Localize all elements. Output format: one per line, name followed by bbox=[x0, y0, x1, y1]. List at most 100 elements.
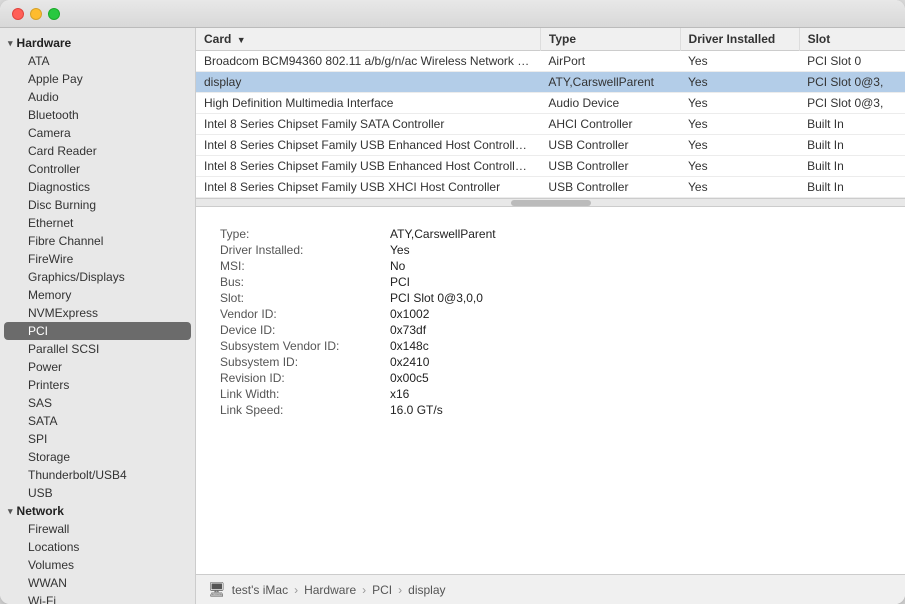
sidebar-item-firewire[interactable]: FireWire bbox=[4, 250, 191, 268]
sidebar-item-printers[interactable]: Printers bbox=[4, 376, 191, 394]
sidebar-item-parallel-scsi[interactable]: Parallel SCSI bbox=[4, 340, 191, 358]
detail-value: 0x148c bbox=[390, 339, 889, 353]
col-slot[interactable]: Slot bbox=[799, 28, 905, 51]
sidebar-item-power[interactable]: Power bbox=[4, 358, 191, 376]
sidebar-item-spi[interactable]: SPI bbox=[4, 430, 191, 448]
sidebar-item-card-reader[interactable]: Card Reader bbox=[4, 142, 191, 160]
detail-value: PCI bbox=[390, 275, 889, 289]
chevron-icon: ▾ bbox=[8, 506, 13, 517]
detail-label: Link Speed: bbox=[220, 403, 390, 417]
sidebar-item-camera[interactable]: Camera bbox=[4, 124, 191, 142]
sidebar-item-wi-fi[interactable]: Wi-Fi bbox=[4, 592, 191, 604]
scrollbar-thumb[interactable] bbox=[511, 200, 591, 206]
sidebar-section-hardware[interactable]: ▾Hardware bbox=[0, 34, 195, 52]
col-driver[interactable]: Driver Installed bbox=[680, 28, 799, 51]
minimize-button[interactable] bbox=[30, 8, 42, 20]
breadcrumb-pci: PCI bbox=[372, 583, 392, 597]
main-window: ▾HardwareATAApple PayAudioBluetoothCamer… bbox=[0, 0, 905, 604]
sidebar-item-locations[interactable]: Locations bbox=[4, 538, 191, 556]
cell-slot: PCI Slot 0@3, bbox=[799, 72, 905, 93]
cell-type: AHCI Controller bbox=[540, 114, 680, 135]
horizontal-scrollbar[interactable] bbox=[196, 198, 905, 206]
table-row[interactable]: displayATY,CarswellParentYesPCI Slot 0@3… bbox=[196, 72, 905, 93]
traffic-lights bbox=[12, 8, 60, 20]
sidebar-item-ata[interactable]: ATA bbox=[4, 52, 191, 70]
pci-table-section: Card ▼ Type Driver Installed Slot Broadc… bbox=[196, 28, 905, 207]
table-row[interactable]: Intel 8 Series Chipset Family SATA Contr… bbox=[196, 114, 905, 135]
cell-slot: Built In bbox=[799, 177, 905, 198]
sidebar-item-storage[interactable]: Storage bbox=[4, 448, 191, 466]
sidebar-item-diagnostics[interactable]: Diagnostics bbox=[4, 178, 191, 196]
sidebar-item-sas[interactable]: SAS bbox=[4, 394, 191, 412]
table-row[interactable]: Intel 8 Series Chipset Family USB Enhanc… bbox=[196, 156, 905, 177]
sidebar-item-fibre-channel[interactable]: Fibre Channel bbox=[4, 232, 191, 250]
sidebar-item-controller[interactable]: Controller bbox=[4, 160, 191, 178]
cell-type: Audio Device bbox=[540, 93, 680, 114]
detail-label: Revision ID: bbox=[220, 371, 390, 385]
detail-label: Slot: bbox=[220, 291, 390, 305]
cell-type: ATY,CarswellParent bbox=[540, 72, 680, 93]
detail-label: Driver Installed: bbox=[220, 243, 390, 257]
sidebar-item-apple-pay[interactable]: Apple Pay bbox=[4, 70, 191, 88]
table-body: Broadcom BCM94360 802.11 a/b/g/n/ac Wire… bbox=[196, 51, 905, 198]
sidebar-section-network[interactable]: ▾ Network bbox=[0, 502, 195, 520]
sidebar-item-sata[interactable]: SATA bbox=[4, 412, 191, 430]
sidebar-item-memory[interactable]: Memory bbox=[4, 286, 191, 304]
breadcrumb-root: test's iMac bbox=[232, 583, 288, 597]
cell-slot: Built In bbox=[799, 114, 905, 135]
detail-label: MSI: bbox=[220, 259, 390, 273]
cell-driver: Yes bbox=[680, 135, 799, 156]
cell-type: AirPort bbox=[540, 51, 680, 72]
cell-driver: Yes bbox=[680, 177, 799, 198]
detail-label: Device ID: bbox=[220, 323, 390, 337]
table-row[interactable]: Intel 8 Series Chipset Family USB XHCI H… bbox=[196, 177, 905, 198]
table-wrapper[interactable]: Card ▼ Type Driver Installed Slot Broadc… bbox=[196, 28, 905, 198]
title-bar bbox=[0, 0, 905, 28]
breadcrumb-sep-2: › bbox=[362, 583, 366, 597]
sidebar-item-pci[interactable]: PCI bbox=[4, 322, 191, 340]
detail-label: Type: bbox=[220, 227, 390, 241]
cell-card: Broadcom BCM94360 802.11 a/b/g/n/ac Wire… bbox=[196, 51, 540, 72]
sidebar-item-usb[interactable]: USB bbox=[4, 484, 191, 502]
sidebar-item-thunderbolt-usb4[interactable]: Thunderbolt/USB4 bbox=[4, 466, 191, 484]
pci-table: Card ▼ Type Driver Installed Slot Broadc… bbox=[196, 28, 905, 198]
cell-driver: Yes bbox=[680, 93, 799, 114]
detail-value: 0x00c5 bbox=[390, 371, 889, 385]
detail-value: PCI Slot 0@3,0,0 bbox=[390, 291, 889, 305]
cell-driver: Yes bbox=[680, 156, 799, 177]
col-card[interactable]: Card ▼ bbox=[196, 28, 540, 51]
cell-driver: Yes bbox=[680, 114, 799, 135]
cell-type: USB Controller bbox=[540, 177, 680, 198]
maximize-button[interactable] bbox=[48, 8, 60, 20]
col-type[interactable]: Type bbox=[540, 28, 680, 51]
cell-slot: PCI Slot 0 bbox=[799, 51, 905, 72]
cell-card: Intel 8 Series Chipset Family USB Enhanc… bbox=[196, 156, 540, 177]
detail-label: Subsystem Vendor ID: bbox=[220, 339, 390, 353]
table-row[interactable]: Intel 8 Series Chipset Family USB Enhanc… bbox=[196, 135, 905, 156]
detail-value: x16 bbox=[390, 387, 889, 401]
detail-value: 16.0 GT/s bbox=[390, 403, 889, 417]
cell-card: display bbox=[196, 72, 540, 93]
sidebar-item-bluetooth[interactable]: Bluetooth bbox=[4, 106, 191, 124]
sidebar-item-graphics-displays[interactable]: Graphics/Displays bbox=[4, 268, 191, 286]
table-row[interactable]: High Definition Multimedia InterfaceAudi… bbox=[196, 93, 905, 114]
cell-card: Intel 8 Series Chipset Family USB XHCI H… bbox=[196, 177, 540, 198]
cell-card: Intel 8 Series Chipset Family USB Enhanc… bbox=[196, 135, 540, 156]
table-row[interactable]: Broadcom BCM94360 802.11 a/b/g/n/ac Wire… bbox=[196, 51, 905, 72]
close-button[interactable] bbox=[12, 8, 24, 20]
sidebar-item-ethernet[interactable]: Ethernet bbox=[4, 214, 191, 232]
sidebar-item-volumes[interactable]: Volumes bbox=[4, 556, 191, 574]
sidebar: ▾HardwareATAApple PayAudioBluetoothCamer… bbox=[0, 28, 196, 604]
cell-card: High Definition Multimedia Interface bbox=[196, 93, 540, 114]
breadcrumb-computer-icon: 🖥 bbox=[208, 581, 226, 598]
content-area: Card ▼ Type Driver Installed Slot Broadc… bbox=[196, 28, 905, 604]
cell-driver: Yes bbox=[680, 72, 799, 93]
sidebar-item-audio[interactable]: Audio bbox=[4, 88, 191, 106]
detail-label: Bus: bbox=[220, 275, 390, 289]
sidebar-item-disc-burning[interactable]: Disc Burning bbox=[4, 196, 191, 214]
detail-value: No bbox=[390, 259, 889, 273]
sidebar-item-firewall[interactable]: Firewall bbox=[4, 520, 191, 538]
sidebar-item-nvmexpress[interactable]: NVMExpress bbox=[4, 304, 191, 322]
sidebar-item-wwan[interactable]: WWAN bbox=[4, 574, 191, 592]
section-label: Network bbox=[17, 504, 64, 518]
